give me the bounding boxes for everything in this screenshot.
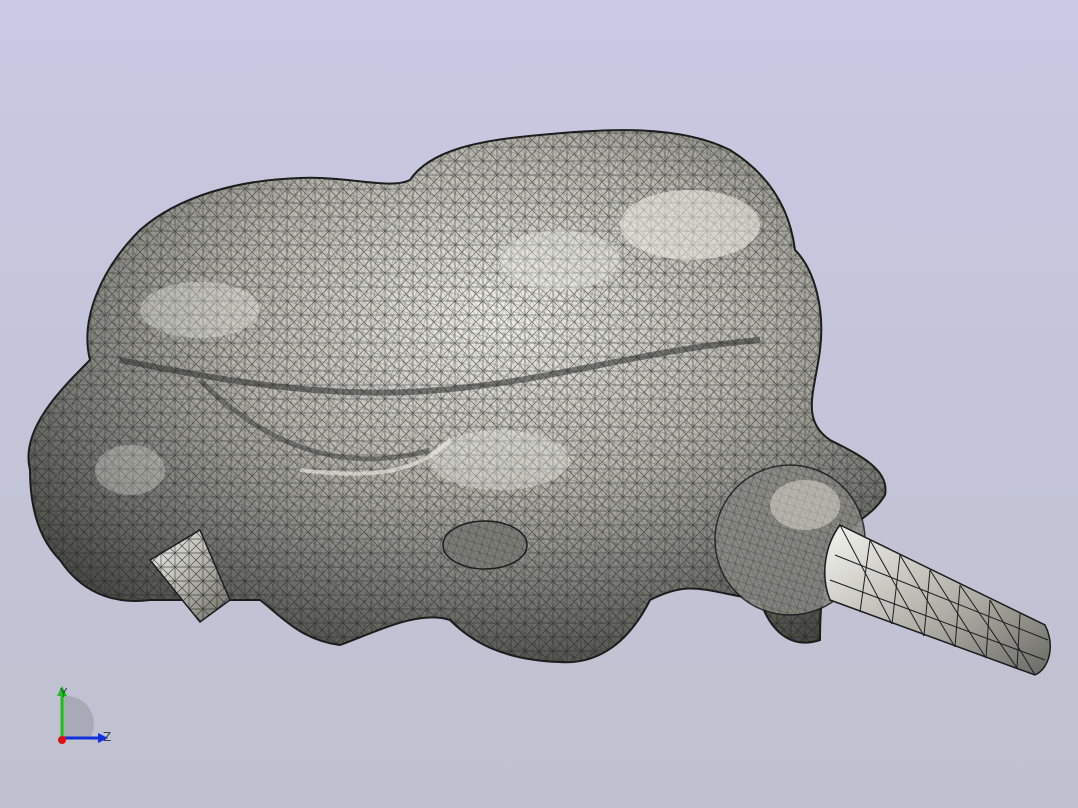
axis-triad-icon bbox=[57, 686, 108, 744]
3d-viewport[interactable]: Y Z bbox=[0, 0, 1078, 808]
mesh-model[interactable] bbox=[0, 0, 1078, 808]
axis-z-label: Z bbox=[103, 730, 112, 744]
axis-y-label: Y bbox=[60, 686, 68, 700]
orientation-triad: Y Z bbox=[40, 682, 130, 762]
brainstem-cone bbox=[824, 524, 1051, 676]
